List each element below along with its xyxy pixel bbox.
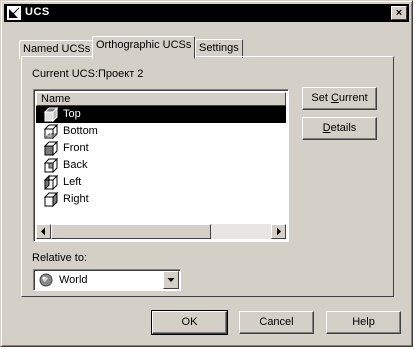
button-label: Help — [352, 316, 375, 328]
help-button[interactable]: Help — [326, 311, 401, 334]
button-label: Cancel — [259, 316, 294, 328]
tab-label: Orthographic UCSs — [96, 39, 192, 51]
tab-label: Settings — [199, 42, 239, 54]
window-title: UCS — [25, 6, 50, 18]
close-icon: × — [395, 7, 403, 19]
title-bar[interactable]: UCS × — [4, 4, 409, 22]
ucs-dialog: UCS × Named UCSs Orthographic UCSs Setti… — [0, 0, 413, 347]
tab-panel — [21, 56, 394, 297]
tab-label: Named UCSs — [23, 43, 91, 55]
close-button[interactable]: × — [391, 6, 407, 20]
cancel-button[interactable]: Cancel — [239, 311, 314, 334]
app-icon — [7, 6, 21, 20]
button-label: OK — [181, 316, 198, 328]
ok-button[interactable]: OK — [151, 310, 228, 335]
tab-orthographic-ucss[interactable]: Orthographic UCSs — [92, 36, 196, 59]
